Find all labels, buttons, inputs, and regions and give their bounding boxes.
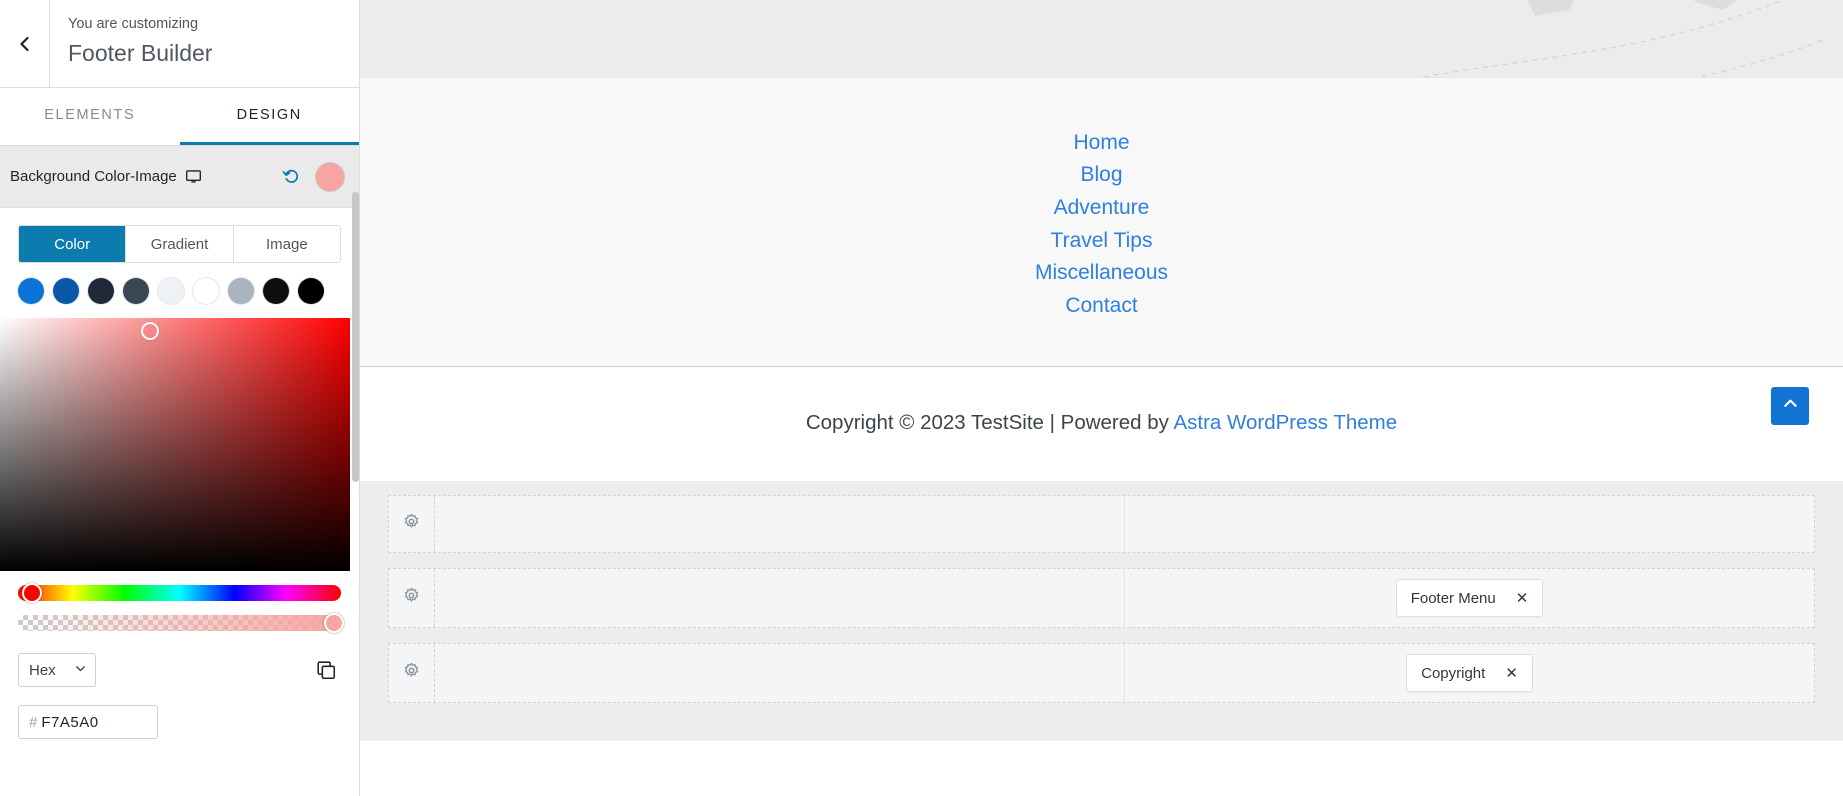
background-color-swatch[interactable] <box>315 161 345 192</box>
picker-tab-color[interactable]: Color <box>19 226 127 262</box>
scroll-to-top-button[interactable] <box>1771 387 1809 426</box>
site-preview: Home Blog Adventure Travel Tips Miscellaneou… <box>360 0 1843 796</box>
sidebar-scrollbar[interactable] <box>352 192 359 482</box>
control-label-block: Background Color-Image <box>10 168 282 185</box>
reset-icon[interactable] <box>282 167 301 186</box>
hex-hash: # <box>29 713 38 731</box>
row-columns-0 <box>435 496 1814 553</box>
builder-chip-copyright[interactable]: Copyright ✕ <box>1406 654 1533 693</box>
world-map-graphic <box>1420 0 1824 77</box>
customizer-title-block: You are customizing Footer Builder <box>50 0 212 87</box>
row-settings-gear-0[interactable] <box>389 496 435 553</box>
palette-swatch-7[interactable] <box>263 278 289 304</box>
chevron-up-icon <box>1781 394 1800 418</box>
alpha-slider-handle[interactable] <box>324 613 344 633</box>
chip-label: Copyright <box>1421 664 1486 682</box>
palette-swatch-2[interactable] <box>88 278 114 304</box>
gear-icon <box>403 513 420 535</box>
hero-strip <box>360 0 1843 78</box>
footer-menu-link-contact[interactable]: Contact <box>360 290 1843 323</box>
chevron-left-icon <box>15 34 35 54</box>
footer-menu-section: Home Blog Adventure Travel Tips Miscellaneou… <box>360 78 1843 368</box>
picker-tab-image[interactable]: Image <box>233 226 340 262</box>
page-title: Footer Builder <box>68 39 213 66</box>
gear-icon <box>403 587 420 609</box>
builder-column-2-0[interactable] <box>435 644 1125 703</box>
customizer-app: You are customizing Footer Builder ELEME… <box>0 0 1843 796</box>
copy-icon[interactable] <box>311 655 341 685</box>
footer-menu-link-adventure[interactable]: Adventure <box>360 191 1843 224</box>
customizing-subtitle: You are customizing <box>68 16 199 32</box>
copyright-prefix: Copyright © 2023 TestSite | Powered by <box>805 411 1174 435</box>
row-settings-gear-1[interactable] <box>389 569 435 628</box>
hue-slider-handle[interactable] <box>22 583 42 603</box>
alpha-slider[interactable] <box>18 613 344 633</box>
format-row: Hex <box>0 631 359 687</box>
background-color-control-header: Background Color-Image <box>0 146 359 208</box>
palette-swatches <box>0 263 359 318</box>
color-format-value: Hex <box>29 661 56 679</box>
builder-column-0-1[interactable] <box>1125 496 1814 552</box>
hex-field-row: # F7A5A0 <box>0 687 359 739</box>
footer-menu-link-blog[interactable]: Blog <box>360 159 1843 192</box>
close-icon[interactable]: ✕ <box>1505 664 1518 682</box>
footer-menu-link-travel-tips[interactable]: Travel Tips <box>360 224 1843 257</box>
chip-label: Footer Menu <box>1410 589 1496 607</box>
panel-tabs: ELEMENTS DESIGN <box>0 88 359 146</box>
color-format-select[interactable]: Hex <box>18 653 96 687</box>
customizer-header: You are customizing Footer Builder <box>0 0 359 88</box>
builder-chip-footer-menu[interactable]: Footer Menu ✕ <box>1395 579 1544 618</box>
hex-input[interactable]: # F7A5A0 <box>18 705 158 739</box>
footer-menu-link-home[interactable]: Home <box>360 126 1843 159</box>
above-footer-row <box>388 495 1815 554</box>
tab-elements[interactable]: ELEMENTS <box>0 88 180 145</box>
row-columns-1: Footer Menu ✕ <box>435 569 1814 628</box>
row-columns-2: Copyright ✕ <box>435 644 1814 703</box>
palette-swatch-8[interactable] <box>298 278 324 304</box>
palette-swatch-0[interactable] <box>18 278 44 304</box>
astra-theme-link[interactable]: Astra WordPress Theme <box>1173 411 1397 434</box>
row-settings-gear-2[interactable] <box>389 644 435 703</box>
monitor-icon[interactable] <box>185 168 202 185</box>
slider-group <box>0 571 359 633</box>
saturation-value-area[interactable] <box>0 318 350 571</box>
picker-type-tabs: Color Gradient Image <box>18 225 341 263</box>
builder-column-2-1[interactable]: Copyright ✕ <box>1125 644 1814 702</box>
gear-icon <box>403 662 420 684</box>
builder-column-1-1[interactable]: Footer Menu ✕ <box>1125 569 1814 627</box>
hue-slider[interactable] <box>18 583 341 603</box>
footer-menu-link-miscellaneous[interactable]: Miscellaneous <box>360 257 1843 290</box>
palette-swatch-4[interactable] <box>158 278 184 304</box>
customizer-sidebar: You are customizing Footer Builder ELEME… <box>0 0 360 796</box>
copyright-text: Copyright © 2023 TestSite | Powered by A… <box>360 411 1843 435</box>
color-picker-panel: Color Gradient Image Hex # F7A5A0 <box>0 225 359 739</box>
palette-swatch-1[interactable] <box>53 278 79 304</box>
palette-swatch-5[interactable] <box>193 278 219 304</box>
control-label-text: Background Color-Image <box>10 168 177 185</box>
picker-tab-gradient[interactable]: Gradient <box>126 226 234 262</box>
footer-builder-rows: Footer Menu ✕ Copyright ✕ <box>360 481 1843 742</box>
builder-column-1-0[interactable] <box>435 569 1125 628</box>
primary-footer-row: Footer Menu ✕ <box>388 568 1815 629</box>
copyright-section: Copyright © 2023 TestSite | Powered by A… <box>360 367 1843 482</box>
palette-swatch-6[interactable] <box>228 278 254 304</box>
builder-column-0-0[interactable] <box>435 496 1125 553</box>
back-button[interactable] <box>0 0 50 87</box>
tab-design[interactable]: DESIGN <box>179 88 359 145</box>
below-footer-row: Copyright ✕ <box>388 643 1815 704</box>
hex-value: F7A5A0 <box>41 713 99 731</box>
close-icon[interactable]: ✕ <box>1516 589 1529 607</box>
chevron-down-icon <box>74 662 87 679</box>
palette-swatch-3[interactable] <box>123 278 149 304</box>
saturation-handle[interactable] <box>141 322 159 340</box>
